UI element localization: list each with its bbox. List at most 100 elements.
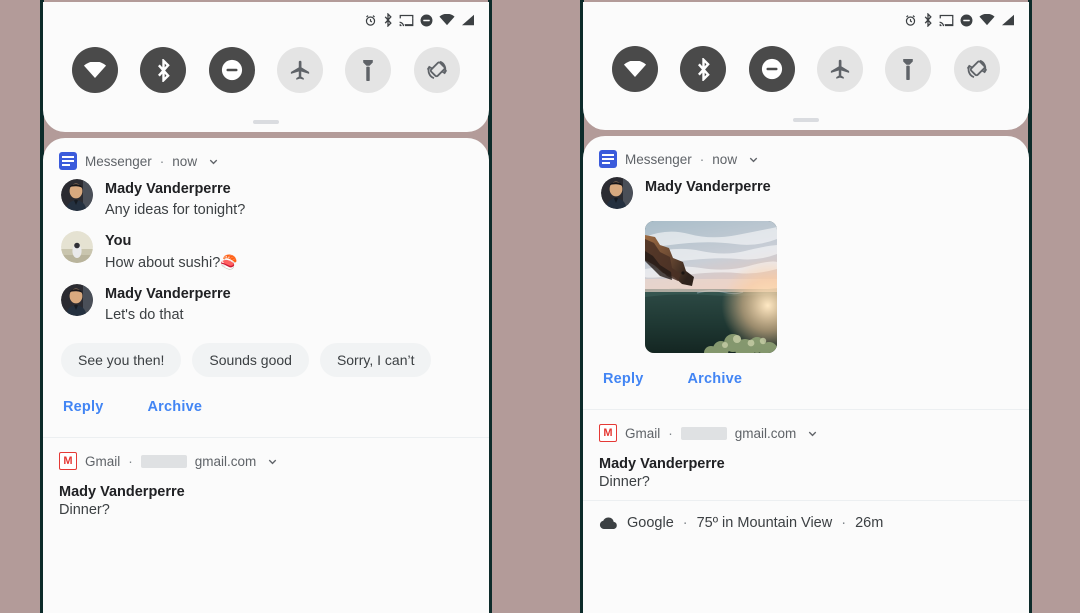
phone-right: Messenger · now Mady Vanderperre Reply A… [580, 0, 1032, 613]
archive-button[interactable]: Archive [148, 399, 203, 415]
messenger-icon [599, 150, 617, 168]
auto-rotate-tile[interactable] [413, 47, 460, 93]
auto-rotate-tile[interactable] [953, 46, 1000, 92]
notification-shade-left: Messenger · now Mady Vanderperre Any ide… [43, 138, 489, 613]
separator: · [128, 453, 133, 469]
notification-header: M Gmail · gmail.com [599, 422, 1013, 444]
notification-messenger-left[interactable]: Messenger · now Mady Vanderperre Any ide… [43, 138, 489, 437]
email-sender: Mady Vanderperre [59, 484, 185, 500]
airplane-tile[interactable] [277, 47, 324, 93]
drag-handle-bar [793, 118, 819, 122]
email-sender: Mady Vanderperre [599, 456, 725, 472]
reply-button[interactable]: Reply [63, 399, 104, 415]
dnd-tile[interactable] [208, 47, 255, 93]
cast-icon [939, 14, 954, 27]
quick-settings-tiles-right [583, 28, 1029, 110]
archive-button[interactable]: Archive [688, 371, 743, 387]
message-row: Mady Vanderperre Any ideas for tonight? [59, 172, 473, 224]
bluetooth-icon [383, 13, 393, 27]
chevron-down-icon[interactable] [747, 153, 760, 166]
notification-messenger-right[interactable]: Messenger · now Mady Vanderperre Reply A… [583, 136, 1029, 409]
do-not-disturb-icon [960, 14, 973, 27]
notification-time: now [712, 151, 738, 167]
bluetooth-tile[interactable] [140, 47, 187, 93]
drag-handle-bar [253, 120, 279, 124]
status-bar-right [583, 6, 1029, 28]
chevron-down-icon[interactable] [207, 155, 220, 168]
smart-reply-chip[interactable]: Sorry, I can’t [319, 343, 432, 377]
app-name: Messenger [625, 151, 692, 167]
alarm-icon [364, 14, 377, 27]
email-subject: Dinner? [59, 502, 110, 518]
notification-time: now [172, 153, 198, 169]
quick-settings-drag-handle-right[interactable] [583, 110, 1029, 130]
gmail-icon: M [59, 452, 77, 470]
notification-gmail-left[interactable]: M Gmail · gmail.com Mady Vanderperre Din… [43, 437, 489, 528]
quick-settings-panel-right [583, 2, 1029, 130]
chevron-down-icon[interactable] [806, 427, 819, 440]
message-sender: You [105, 233, 132, 249]
notification-gmail-right[interactable]: M Gmail · gmail.com Mady Vanderperre Din… [583, 409, 1029, 500]
message-row: Mady Vanderperre [599, 170, 1013, 213]
message-sender: Mady Vanderperre [105, 286, 231, 302]
notification-header: Messenger · now [59, 150, 473, 172]
separator: · [668, 425, 673, 441]
alarm-icon [904, 14, 917, 27]
avatar-mady [601, 177, 633, 209]
signal-icon [1001, 14, 1015, 26]
photo-attachment[interactable] [645, 221, 777, 353]
message-row: You How about sushi?🍣 [59, 224, 473, 277]
message-body: Mady Vanderperre Any ideas for tonight? [105, 179, 245, 220]
account-suffix: gmail.com [734, 425, 797, 441]
flashlight-tile[interactable] [345, 47, 392, 93]
notification-shade-right: Messenger · now Mady Vanderperre Reply A… [583, 136, 1029, 613]
quick-settings-tiles-left [43, 28, 489, 112]
weather-temperature: 75º in Mountain View [696, 515, 833, 531]
phone-left: Messenger · now Mady Vanderperre Any ide… [40, 0, 492, 613]
avatar-mady [61, 284, 93, 316]
avatar-mady [61, 179, 93, 211]
app-name: Gmail [85, 453, 121, 469]
do-not-disturb-icon [420, 14, 433, 27]
message-text: Let's do that [105, 307, 184, 323]
sushi-emoji: 🍣 [220, 254, 238, 270]
separator: · [699, 151, 705, 167]
smart-reply-chip[interactable]: Sounds good [192, 343, 309, 377]
account-suffix: gmail.com [194, 453, 257, 469]
notification-actions: Reply Archive [599, 353, 1013, 399]
message-text: Any ideas for tonight? [105, 202, 246, 218]
message-text-content: How about sushi? [105, 255, 221, 271]
reply-button[interactable]: Reply [603, 371, 644, 387]
wifi-icon [979, 14, 995, 26]
message-sender: Mady Vanderperre [645, 179, 771, 195]
message-text: How about sushi?🍣 [105, 252, 238, 273]
smart-reply-chips: See you then! Sounds good Sorry, I can’t [59, 329, 473, 381]
dnd-tile[interactable] [748, 46, 795, 92]
notification-header: Messenger · now [599, 148, 1013, 170]
message-body: You How about sushi?🍣 [105, 231, 238, 273]
airplane-tile[interactable] [817, 46, 864, 92]
app-name: Gmail [625, 425, 661, 441]
separator: · [841, 515, 847, 531]
app-name: Messenger [85, 153, 152, 169]
messenger-icon [59, 152, 77, 170]
chevron-down-icon[interactable] [266, 455, 279, 468]
signal-icon [461, 14, 475, 26]
cloud-icon [599, 516, 618, 530]
separator: · [159, 153, 165, 169]
message-body: Mady Vanderperre [645, 177, 771, 196]
app-name: Google [627, 515, 674, 531]
redacted-account-name [680, 426, 727, 440]
wifi-icon [439, 14, 455, 26]
wifi-tile[interactable] [72, 47, 119, 93]
message-row: Mady Vanderperre Let's do that [59, 277, 473, 329]
quick-settings-drag-handle-left[interactable] [43, 112, 489, 132]
smart-reply-chip[interactable]: See you then! [61, 343, 182, 377]
flashlight-tile[interactable] [885, 46, 932, 92]
message-body: Mady Vanderperre Let's do that [105, 284, 231, 325]
screenshot-stage: Messenger · now Mady Vanderperre Any ide… [0, 0, 1080, 613]
wifi-tile[interactable] [612, 46, 659, 92]
bluetooth-tile[interactable] [680, 46, 727, 92]
avatar-you [61, 231, 93, 263]
notification-weather-right[interactable]: Google · 75º in Mountain View · 26m [583, 500, 1029, 545]
